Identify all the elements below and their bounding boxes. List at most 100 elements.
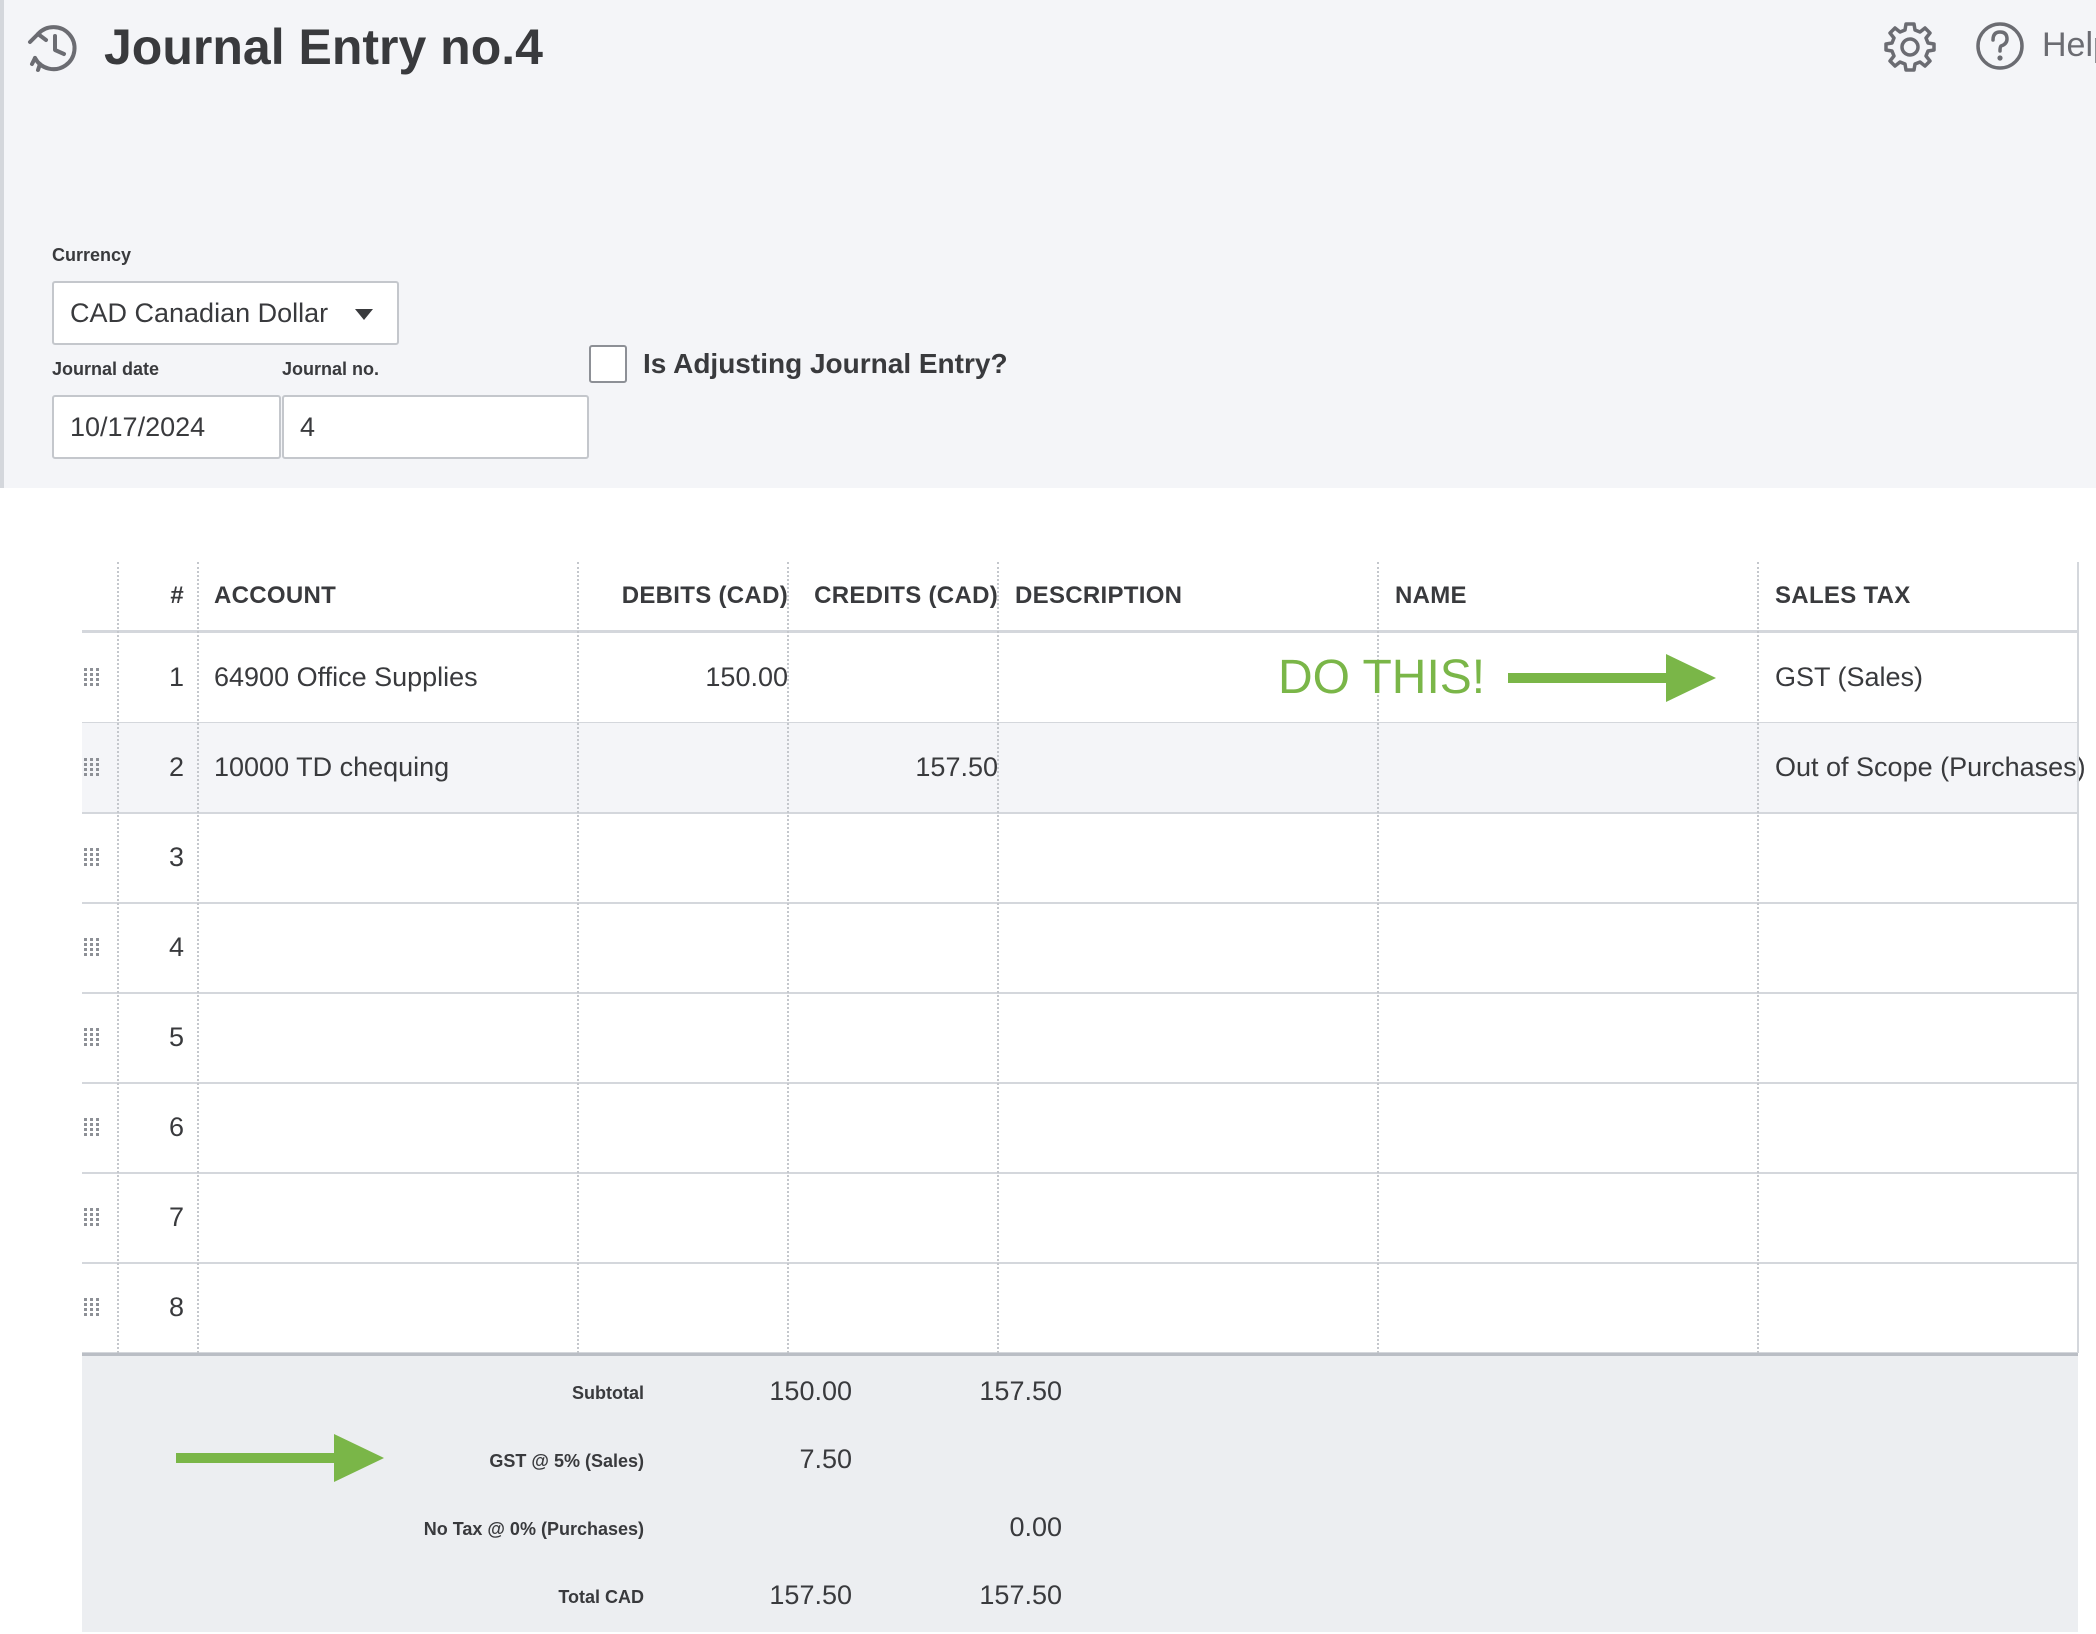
currency-select[interactable]: CAD Canadian Dollar — [52, 281, 399, 345]
description-cell[interactable] — [1015, 813, 1375, 902]
column-divider — [117, 562, 119, 1353]
drag-handle-icon[interactable] — [82, 757, 102, 777]
table-row[interactable]: 4 — [82, 903, 2078, 994]
drag-handle-icon[interactable] — [82, 1207, 102, 1227]
column-divider — [997, 562, 999, 1353]
table-row[interactable]: 3 — [82, 813, 2078, 904]
drag-handle-icon[interactable] — [82, 1117, 102, 1137]
credit-cell[interactable]: 157.50 — [788, 723, 998, 812]
table-row[interactable]: 5 — [82, 993, 2078, 1084]
credit-cell[interactable] — [788, 633, 998, 722]
col-header-description[interactable]: DESCRIPTION — [1015, 562, 1375, 630]
journal-no-label: Journal no. — [282, 359, 380, 379]
row-number: 4 — [168, 932, 184, 962]
credit-cell[interactable] — [788, 993, 998, 1082]
sales-tax-cell[interactable]: Out of Scope (Purchases) — [1775, 723, 2086, 812]
table-row[interactable]: 8 — [82, 1263, 2078, 1354]
adjusting-entry-checkbox[interactable] — [589, 345, 627, 383]
row-number: 2 — [168, 752, 184, 782]
journal-no-value: 4 — [300, 411, 316, 442]
account-cell[interactable] — [214, 813, 574, 902]
description-cell[interactable] — [1015, 723, 1375, 812]
drag-handle-icon[interactable] — [82, 1027, 102, 1047]
table-row[interactable]: 1 64900 Office Supplies 150.00 GST (Sales) — [82, 633, 2078, 724]
table-row[interactable]: 6 — [82, 1083, 2078, 1174]
subtotal-label: Subtotal — [572, 1383, 644, 1403]
account-cell[interactable] — [214, 993, 574, 1082]
total-debit: 157.50 — [769, 1580, 852, 1610]
drag-handle-icon[interactable] — [82, 1297, 102, 1317]
name-cell[interactable] — [1395, 813, 1755, 902]
column-divider — [1757, 562, 1759, 1353]
name-cell[interactable] — [1395, 1263, 1755, 1352]
debit-cell[interactable] — [578, 723, 788, 812]
column-divider — [787, 562, 789, 1353]
column-divider — [577, 562, 579, 1353]
debit-cell[interactable] — [578, 903, 788, 992]
description-cell[interactable] — [1015, 903, 1375, 992]
table-row[interactable]: 7 — [82, 1173, 2078, 1264]
debit-cell[interactable] — [578, 993, 788, 1082]
account-cell[interactable]: 10000 TD chequing — [214, 723, 574, 812]
sales-tax-cell[interactable] — [1775, 993, 2075, 1082]
row-number: 3 — [168, 842, 184, 872]
row-number: 7 — [168, 1202, 184, 1232]
credit-cell[interactable] — [788, 1173, 998, 1262]
description-cell[interactable] — [1015, 993, 1375, 1082]
col-header-number[interactable]: # — [118, 562, 198, 630]
name-cell[interactable] — [1395, 993, 1755, 1082]
total-credit: 157.50 — [979, 1580, 1062, 1610]
page-title: Journal Entry no.4 — [104, 19, 543, 75]
debit-cell[interactable]: 150.00 — [578, 633, 788, 722]
help-circle-icon[interactable] — [1974, 20, 2026, 72]
recurring-clock-icon[interactable] — [26, 20, 82, 76]
dropdown-caret-icon — [355, 309, 373, 320]
journal-no-field[interactable]: 4 — [282, 395, 589, 459]
description-cell[interactable] — [1015, 1083, 1375, 1172]
sales-tax-cell[interactable] — [1775, 1263, 2075, 1352]
credit-cell[interactable] — [788, 813, 998, 902]
account-cell[interactable]: 64900 Office Supplies — [214, 633, 574, 722]
totals-section: Subtotal 150.00 157.50 GST @ 5% (Sales) … — [82, 1353, 2078, 1632]
name-cell[interactable] — [1395, 723, 1755, 812]
name-cell[interactable] — [1395, 1083, 1755, 1172]
debit-cell[interactable] — [578, 1173, 788, 1262]
name-cell[interactable] — [1395, 903, 1755, 992]
drag-handle-icon[interactable] — [82, 667, 102, 687]
debit-cell[interactable] — [578, 813, 788, 902]
do-this-annotation: DO THIS! — [1278, 651, 1486, 704]
drag-handle-icon[interactable] — [82, 937, 102, 957]
col-header-credits[interactable]: CREDITS (CAD) — [788, 562, 998, 630]
description-cell[interactable] — [1015, 1263, 1375, 1352]
description-cell[interactable] — [1015, 1173, 1375, 1262]
account-cell[interactable] — [214, 1173, 574, 1262]
table-header-row: # ACCOUNT DEBITS (CAD) CREDITS (CAD) DES… — [82, 562, 2078, 633]
credit-cell[interactable] — [788, 1263, 998, 1352]
sales-tax-cell[interactable] — [1775, 813, 2075, 902]
sales-tax-cell[interactable] — [1775, 1173, 2075, 1262]
name-cell[interactable] — [1395, 1173, 1755, 1262]
debit-cell[interactable] — [578, 1263, 788, 1352]
adjusting-entry-label: Is Adjusting Journal Entry? — [643, 348, 1008, 379]
col-header-account[interactable]: ACCOUNT — [214, 562, 594, 630]
col-header-sales-tax[interactable]: SALES TAX — [1775, 562, 2075, 630]
sales-tax-cell[interactable] — [1775, 1083, 2075, 1172]
sales-tax-cell[interactable] — [1775, 903, 2075, 992]
left-edge-shadow — [0, 0, 4, 488]
account-cell[interactable] — [214, 1263, 574, 1352]
gear-icon[interactable] — [1884, 20, 1936, 72]
credit-cell[interactable] — [788, 1083, 998, 1172]
account-cell[interactable] — [214, 903, 574, 992]
help-link[interactable]: Help — [2042, 26, 2096, 65]
row-number: 8 — [168, 1292, 184, 1322]
drag-handle-icon[interactable] — [82, 847, 102, 867]
account-cell[interactable] — [214, 1083, 574, 1172]
col-header-debits[interactable]: DEBITS (CAD) — [578, 562, 788, 630]
journal-date-field[interactable]: 10/17/2024 — [52, 395, 281, 459]
debit-cell[interactable] — [578, 1083, 788, 1172]
sales-tax-cell[interactable]: GST (Sales) — [1775, 633, 2075, 722]
credit-cell[interactable] — [788, 903, 998, 992]
total-label: Total CAD — [558, 1587, 644, 1607]
col-header-name[interactable]: NAME — [1395, 562, 1755, 630]
table-row[interactable]: 2 10000 TD chequing 157.50 Out of Scope (Pu… — [82, 723, 2086, 814]
